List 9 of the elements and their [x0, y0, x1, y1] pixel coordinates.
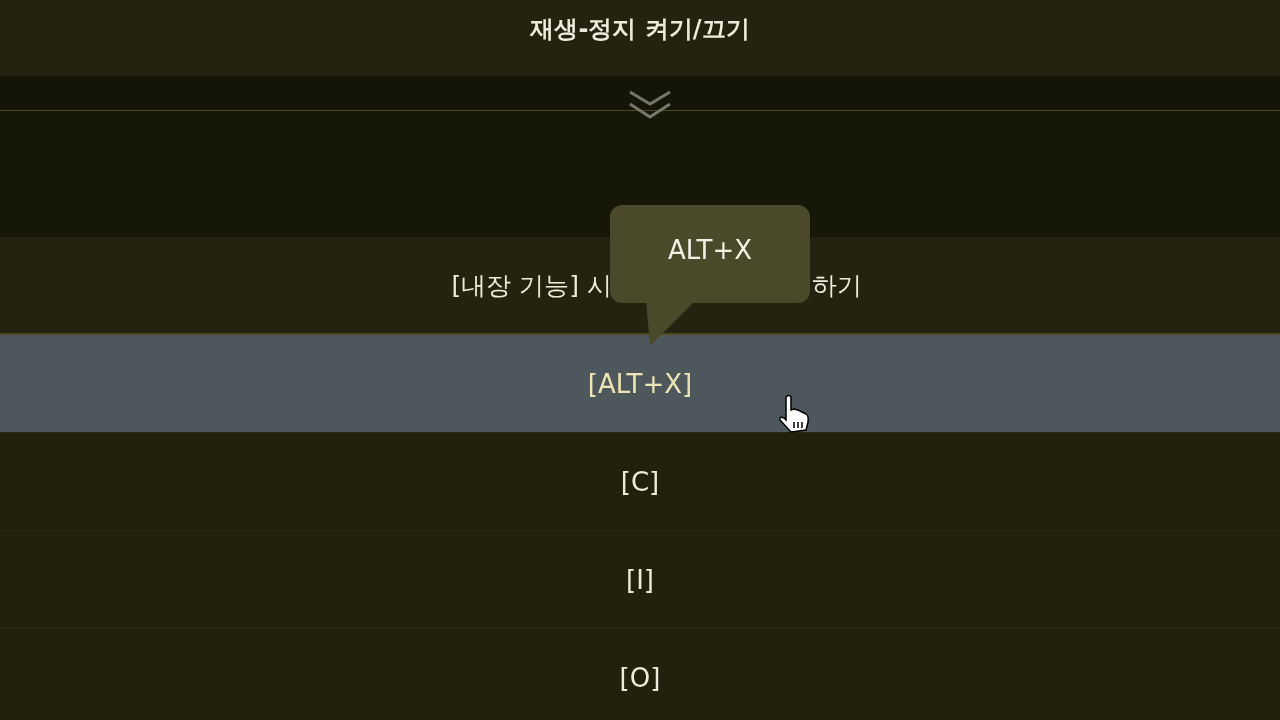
shortcut-row[interactable]: [O]	[0, 629, 1280, 720]
hand-cursor-icon	[776, 394, 812, 434]
page-title: 재생-정지 켜기/끄기	[530, 14, 750, 45]
shortcut-row[interactable]: [ALT+X]	[0, 335, 1280, 433]
section-title: 하기	[812, 269, 862, 302]
shortcut-row[interactable]: [C]	[0, 433, 1280, 531]
section-title: [내장 기능] 시	[451, 269, 612, 302]
shortcut-row[interactable]: [I]	[0, 531, 1280, 629]
chevron-down-icon[interactable]	[628, 90, 672, 120]
